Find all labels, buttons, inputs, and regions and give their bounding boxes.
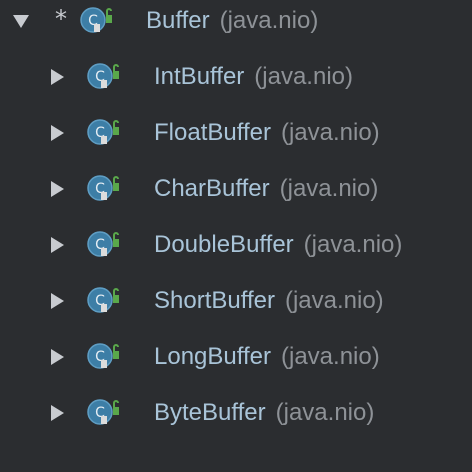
tree-node-label: FloatBuffer (java.nio) bbox=[154, 121, 380, 145]
class-icon: C bbox=[86, 174, 120, 204]
class-icon: C bbox=[86, 230, 120, 260]
tree-row-root[interactable]: * C Buffer (java.nio) bbox=[0, 0, 472, 49]
class-name: DoubleBuffer bbox=[154, 231, 294, 258]
root-marker: * bbox=[55, 5, 67, 33]
expand-arrow-icon[interactable] bbox=[48, 68, 66, 86]
expand-arrow-icon[interactable] bbox=[48, 124, 66, 142]
package-name: (java.nio) bbox=[275, 399, 375, 426]
class-name: CharBuffer bbox=[154, 175, 270, 202]
class-icon: C bbox=[86, 286, 120, 316]
expand-arrow-icon[interactable] bbox=[48, 180, 66, 198]
tree-row-child[interactable]: C ShortBuffer (java.nio) bbox=[0, 273, 472, 329]
expand-arrow-icon[interactable] bbox=[48, 236, 66, 254]
class-name: ByteBuffer bbox=[154, 399, 266, 426]
package-name: (java.nio) bbox=[281, 343, 380, 370]
package-name: (java.nio) bbox=[254, 63, 353, 90]
tree-node-label: DoubleBuffer (java.nio) bbox=[154, 233, 402, 257]
package-name: (java.nio) bbox=[219, 7, 319, 34]
tree-node-label: CharBuffer (java.nio) bbox=[154, 177, 378, 201]
expand-arrow-icon[interactable] bbox=[48, 292, 66, 310]
class-name: ShortBuffer bbox=[154, 287, 275, 314]
class-name: IntBuffer bbox=[154, 63, 245, 90]
package-name: (java.nio) bbox=[284, 287, 384, 314]
expand-arrow-icon[interactable] bbox=[48, 348, 66, 366]
expand-arrow-icon[interactable] bbox=[48, 404, 66, 422]
package-name: (java.nio) bbox=[280, 119, 380, 146]
type-hierarchy-tree: * C Buffer (java.nio) C IntBuffer (java.… bbox=[0, 0, 472, 472]
tree-row-child[interactable]: C DoubleBuffer (java.nio) bbox=[0, 217, 472, 273]
tree-row-child[interactable]: C IntBuffer (java.nio) bbox=[0, 49, 472, 105]
tree-row-child[interactable]: C ByteBuffer (java.nio) bbox=[0, 385, 472, 441]
class-icon: C bbox=[86, 342, 120, 372]
class-icon: C bbox=[86, 398, 120, 428]
tree-node-label: ByteBuffer (java.nio) bbox=[154, 401, 374, 425]
class-icon: C bbox=[86, 62, 120, 92]
tree-row-child[interactable]: C LongBuffer (java.nio) bbox=[0, 329, 472, 385]
class-name: Buffer bbox=[146, 7, 210, 34]
class-icon: C bbox=[79, 6, 113, 36]
package-name: (java.nio) bbox=[279, 175, 379, 202]
tree-node-label: Buffer (java.nio) bbox=[146, 9, 318, 33]
tree-row-child[interactable]: C FloatBuffer (java.nio) bbox=[0, 105, 472, 161]
class-name: FloatBuffer bbox=[154, 119, 271, 146]
class-icon: C bbox=[86, 118, 120, 148]
tree-node-label: LongBuffer (java.nio) bbox=[154, 345, 380, 369]
package-name: (java.nio) bbox=[303, 231, 403, 258]
lock-icon bbox=[106, 15, 112, 23]
tree-node-label: ShortBuffer (java.nio) bbox=[154, 289, 384, 313]
tree-row-child[interactable]: C CharBuffer (java.nio) bbox=[0, 161, 472, 217]
class-name: LongBuffer bbox=[154, 343, 271, 370]
tree-node-label: IntBuffer (java.nio) bbox=[154, 65, 353, 89]
collapse-arrow-icon[interactable] bbox=[12, 12, 30, 30]
